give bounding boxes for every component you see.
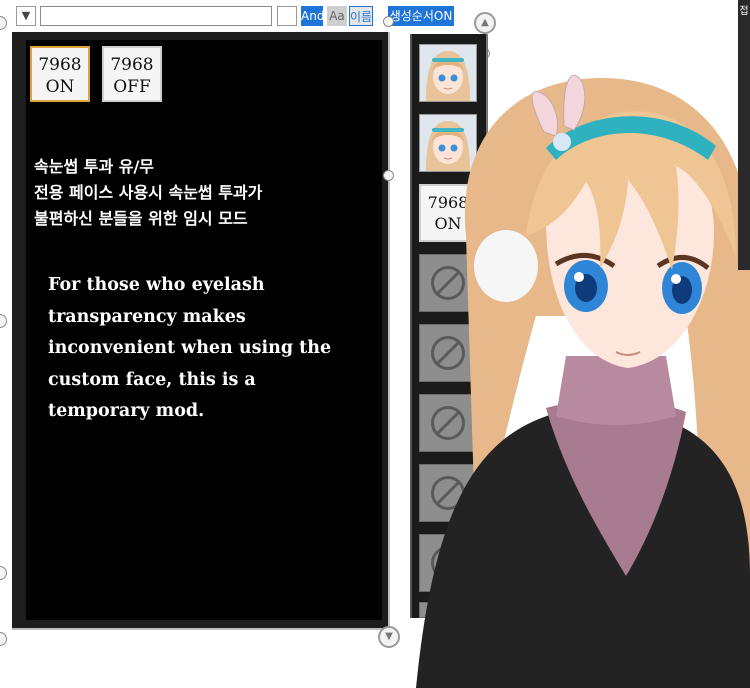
option-off-code: 7968 [110, 55, 154, 75]
item-detail-panel: 7968 ON 7968 OFF 속눈썹 투과 유/무 전용 페이스 사용시 속… [12, 32, 390, 630]
toolbar: ▼ And Aa 이름 생성순서ON [0, 0, 470, 32]
description-english: For those who eyelash transparency makes… [48, 275, 332, 421]
option-on-code: 7968 [38, 55, 82, 75]
option-button-on[interactable]: 7968 ON [30, 46, 90, 102]
description-korean-line: 불편하신 분들을 위한 임시 모드 [34, 209, 248, 228]
option-on-state: ON [45, 77, 75, 97]
sort-by-creation-label: 생성순서 [389, 9, 434, 23]
character-preview [416, 74, 750, 688]
option-off-state: OFF [113, 77, 151, 97]
and-toggle-button[interactable]: And [301, 6, 323, 26]
description-korean-line: 전용 페이스 사용시 속눈썹 투과가 [34, 183, 263, 202]
description-korean: 속눈썹 투과 유/무 전용 페이스 사용시 속눈썹 투과가 불편하신 분들을 위… [34, 154, 262, 232]
sort-on-label: ON [433, 9, 453, 23]
match-case-button[interactable]: Aa [327, 6, 347, 26]
sort-by-name-button[interactable]: 이름 [349, 6, 373, 26]
chevron-down-icon: ▼ [21, 9, 31, 22]
filter-checkbox[interactable] [277, 6, 297, 26]
description-korean-line: 속눈썹 투과 유/무 [34, 157, 155, 176]
search-input[interactable] [40, 6, 272, 26]
resize-handle-right[interactable] [383, 170, 394, 181]
sort-by-creation-button[interactable]: 생성순서ON [388, 6, 454, 26]
resize-handle-bottom-left[interactable] [0, 566, 7, 580]
scroll-up-button[interactable]: ▲ [474, 12, 496, 34]
resize-handle-top-right[interactable] [383, 16, 394, 27]
option-button-off[interactable]: 7968 OFF [102, 46, 162, 102]
resize-handle-bottom-left-corner[interactable] [0, 632, 7, 646]
collapse-tab[interactable]: 접 [738, 0, 750, 270]
resize-handle-left[interactable] [0, 314, 7, 328]
dropdown-toggle-button[interactable]: ▼ [16, 6, 36, 26]
item-detail-content: 7968 ON 7968 OFF 속눈썹 투과 유/무 전용 페이스 사용시 속… [26, 40, 382, 620]
collapse-tab-label: 접 [739, 6, 749, 17]
